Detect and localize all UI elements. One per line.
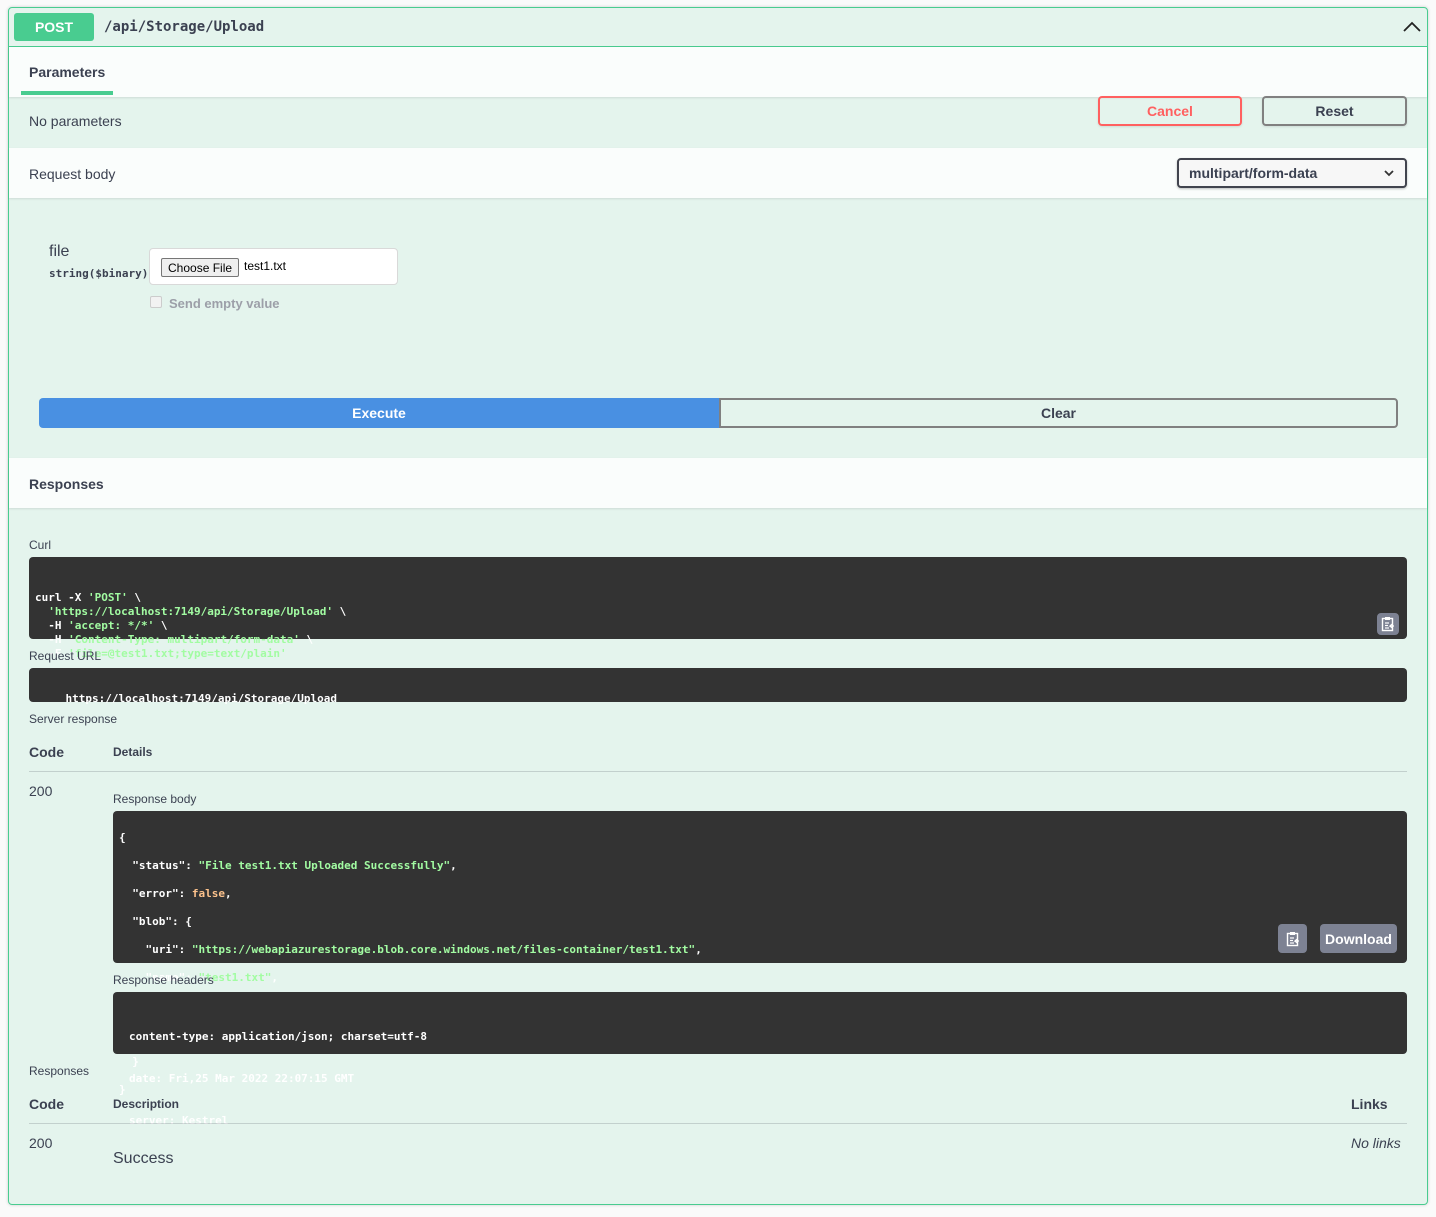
copy-response-button[interactable] — [1278, 924, 1307, 953]
response-body-label: Response body — [113, 792, 197, 806]
json-line: { — [119, 831, 126, 844]
request-body-title: Request body — [29, 166, 116, 182]
responses-header: Responses — [9, 458, 1427, 508]
header-line: server: Kestrel — [129, 1114, 229, 1127]
cancel-button[interactable]: Cancel — [1098, 96, 1242, 126]
curl-line: 'https://localhost:7149/api/Storage/Uplo… — [48, 605, 347, 618]
response-headers-label: Response headers — [113, 973, 214, 987]
curl-line: -H 'accept: */*' \ — [35, 619, 168, 632]
links-column-header: Links — [1351, 1096, 1388, 1112]
json-line: "uri": "https://webapiazurestorage.blob.… — [119, 943, 702, 956]
selected-file-name: test1.txt — [244, 259, 287, 273]
chevron-up-icon[interactable] — [1401, 18, 1423, 36]
execute-button[interactable]: Execute — [39, 398, 719, 428]
no-parameters-text: No parameters — [29, 113, 122, 129]
divider — [29, 771, 1407, 772]
details-column-header: Details — [113, 745, 153, 759]
json-line: "blob": { — [119, 915, 192, 928]
copy-curl-button[interactable] — [1377, 613, 1399, 635]
operation-summary[interactable]: POST /api/Storage/Upload — [9, 8, 1427, 47]
header-line: date: Fri,25 Mar 2022 22:07:15 GMT — [129, 1072, 355, 1085]
description-column-header: Description — [113, 1097, 180, 1111]
code-column-header: Code — [29, 744, 64, 760]
json-line: "status": "File test1.txt Uploaded Succe… — [119, 859, 457, 872]
clipboard-icon — [1286, 931, 1299, 946]
method-badge: POST — [14, 13, 94, 41]
operation-block: POST /api/Storage/Upload Parameters Canc… — [8, 7, 1428, 1205]
responses-title: Responses — [29, 476, 104, 492]
download-button[interactable]: Download — [1320, 924, 1397, 953]
param-type: string($binary) — [49, 267, 149, 280]
header-line: content-type: application/json; charset=… — [129, 1030, 428, 1043]
response-code: 200 — [29, 1135, 53, 1151]
clear-button[interactable]: Clear — [719, 398, 1398, 428]
send-empty-label: Send empty value — [169, 296, 280, 311]
content-type-select[interactable]: multipart/form-data — [1177, 158, 1407, 188]
content-type-value: multipart/form-data — [1189, 165, 1318, 181]
response-headers-block: content-type: application/json; charset=… — [113, 992, 1407, 1127]
request-url-block: https://localhost:7149/api/Storage/Uploa… — [29, 668, 1407, 705]
curl-code-block: curl -X 'POST' \ 'https://localhost:7149… — [29, 557, 1407, 660]
curl-line: -H 'Content-Type: multipart/form-data' \ — [35, 633, 314, 646]
request-url-label: Request URL — [29, 649, 102, 663]
response-description: Success — [113, 1150, 174, 1167]
param-name: file — [49, 243, 70, 260]
file-input[interactable]: Choose File test1.txt — [149, 248, 398, 285]
code-column-header: Code — [29, 1096, 64, 1112]
response-code: 200 — [29, 783, 53, 799]
response-body-block: { "status": "File test1.txt Uploaded Suc… — [113, 811, 1407, 1096]
endpoint-path: /api/Storage/Upload — [104, 19, 265, 35]
clipboard-icon — [1381, 617, 1394, 632]
json-line: "name": "test1.txt", — [119, 971, 278, 984]
request-url-value: https://localhost:7149/api/Storage/Uploa… — [65, 692, 338, 705]
curl-line: -F 'file=@test1.txt;type=text/plain' — [35, 647, 287, 660]
divider — [29, 1123, 1407, 1124]
response-links: No links — [1351, 1135, 1401, 1151]
reset-button[interactable]: Reset — [1262, 96, 1407, 126]
tab-parameters[interactable]: Parameters — [29, 64, 105, 80]
json-line: "error": false, — [119, 887, 232, 900]
curl-line: curl -X 'POST' \ — [35, 591, 141, 604]
active-tab-indicator — [21, 91, 113, 95]
responses-label: Responses — [29, 1064, 90, 1078]
curl-label: Curl — [29, 538, 52, 552]
server-response-label: Server response — [29, 712, 118, 726]
send-empty-checkbox[interactable] — [150, 296, 162, 308]
chevron-down-icon — [1384, 170, 1394, 177]
parameters-header: Parameters Cancel Reset — [9, 47, 1427, 126]
choose-file-button[interactable]: Choose File — [161, 258, 240, 277]
